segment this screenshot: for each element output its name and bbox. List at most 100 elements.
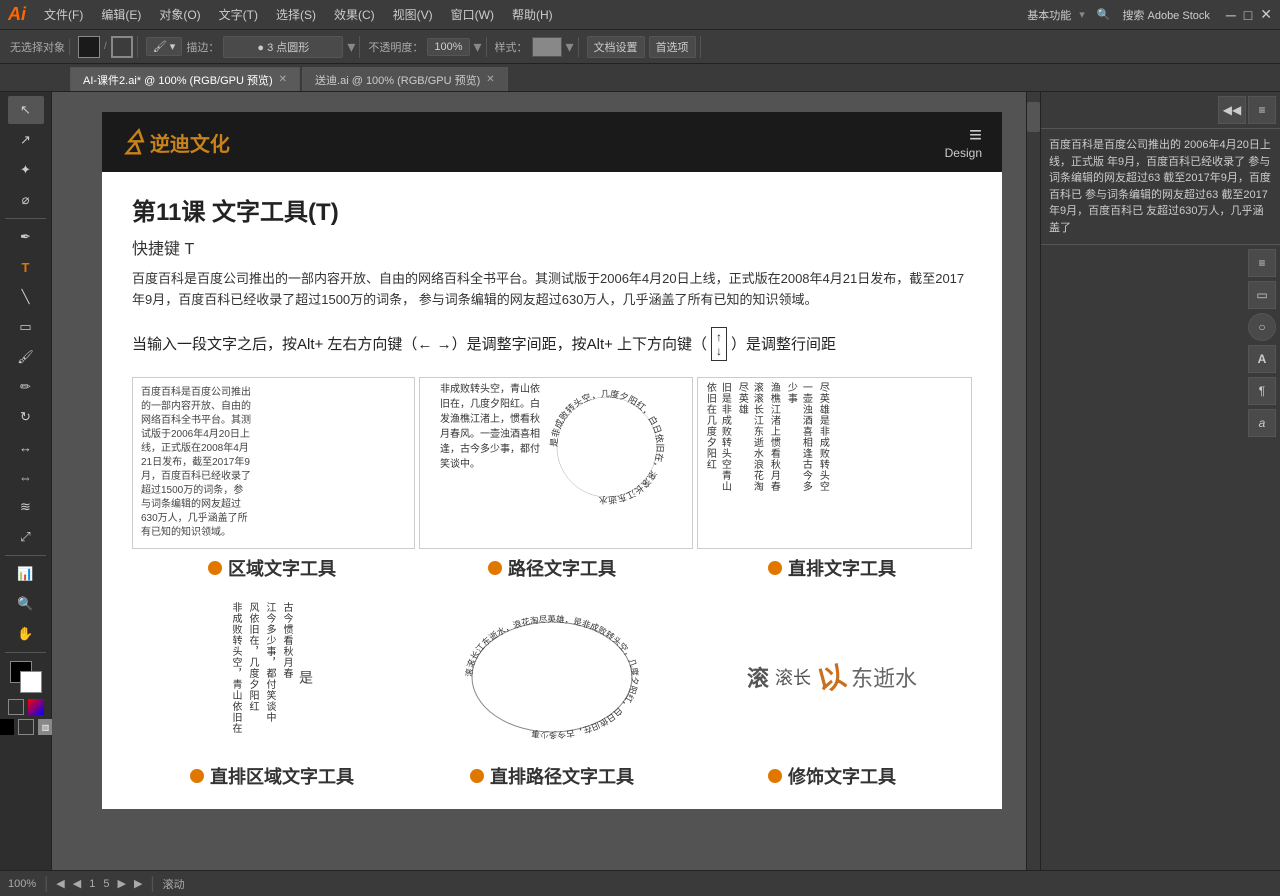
search-stock[interactable]: 搜索 Adobe Stock xyxy=(1122,7,1209,23)
hand-tool[interactable]: ✋ xyxy=(8,620,44,648)
workspace-dropdown-icon[interactable]: ▾ xyxy=(1079,8,1085,21)
opacity-dropdown[interactable]: ▾ xyxy=(474,37,482,57)
svg-text:是非成败转头空，几度夕阳红，白日依旧在，滚滚长江东逝水: 是非成败转头空，几度夕阳红，白日依旧在，滚滚长江东逝水 xyxy=(549,388,666,506)
menu-file[interactable]: 文件(F) xyxy=(36,4,91,25)
v-area-text-demo: 非成败转头空，青山依旧在 风依旧在，几度夕阳红 江今多少事，都付笑谈中 古今惯看… xyxy=(132,597,412,757)
none-color[interactable] xyxy=(8,699,24,715)
text-tool[interactable]: T xyxy=(8,253,44,281)
zoom-level[interactable]: 100% xyxy=(8,878,36,890)
rp-text-icon[interactable]: A xyxy=(1248,345,1276,373)
window-close[interactable]: ✕ xyxy=(1260,6,1272,23)
width-tool[interactable]: ⇔ xyxy=(8,463,44,491)
tool-label-decorate: 修饰文字工具 xyxy=(692,763,972,789)
color-section: / xyxy=(74,36,138,58)
tools-label-row-2: 直排区域文字工具 直排路径文字工具 修饰文字工具 xyxy=(132,763,972,789)
rect-tool[interactable]: ▭ xyxy=(8,313,44,341)
brush-tool-dropdown[interactable]: 🖌 ▾ xyxy=(146,37,183,56)
artboard-content: 第11课 文字工具(T) 快捷键 T 百度百科是百度公司推出的一部内容开放、自由… xyxy=(102,172,1002,809)
style-dropdown[interactable]: ▾ xyxy=(566,37,574,57)
adjust-text-content: 当输入一段文字之后，按Alt+ 左右方向键（← →）是调整字间距，按Alt+ 上… xyxy=(132,333,707,354)
rp-collapse-btn[interactable]: ◀◀ xyxy=(1218,96,1246,124)
svg-text:滚滚长江东逝水，浪花淘尽英雄，是非成败转头空，几度夕阳红，白: 滚滚长江东逝水，浪花淘尽英雄，是非成败转头空，几度夕阳红，白日依旧在，古今多少事 xyxy=(464,614,640,740)
pencil-tool[interactable]: ✏ xyxy=(8,373,44,401)
nav-next2[interactable]: ▶ xyxy=(134,877,142,890)
deco-char-1: 滚 xyxy=(747,661,769,693)
menu-view[interactable]: 视图(V) xyxy=(385,4,441,25)
dot-3 xyxy=(768,561,782,575)
dot-5 xyxy=(470,769,484,783)
tab-1[interactable]: 送迪.ai @ 100% (RGB/GPU 预览) ✕ xyxy=(302,67,508,91)
fill-color[interactable] xyxy=(78,36,100,58)
v-scrollbar[interactable] xyxy=(1026,92,1040,870)
window-minimize[interactable]: ─ xyxy=(1226,7,1236,23)
fill-switch[interactable] xyxy=(0,719,14,735)
rp-rect-icon[interactable]: ▭ xyxy=(1248,281,1276,309)
direct-select-tool[interactable]: ↗ xyxy=(8,126,44,154)
select-tool[interactable]: ↖ xyxy=(8,96,44,124)
menu-help[interactable]: 帮助(H) xyxy=(504,4,561,25)
rp-expand-btn[interactable]: ≡ xyxy=(1248,96,1276,124)
window-restore[interactable]: □ xyxy=(1244,7,1252,23)
tool-divider-1 xyxy=(5,218,46,219)
scroll-mode[interactable]: 滚动 xyxy=(163,876,185,892)
pen-tool[interactable]: ✒ xyxy=(8,223,44,251)
style-preview[interactable] xyxy=(532,37,562,57)
rp-char-icon[interactable]: a xyxy=(1248,409,1276,437)
tab-0[interactable]: AI-课件2.ai* @ 100% (RGB/GPU 预览) ✕ xyxy=(70,67,300,91)
menu-bar: Ai 文件(F) 编辑(E) 对象(O) 文字(T) 选择(S) 效果(C) 视… xyxy=(0,0,1280,30)
zoom-tool[interactable]: 🔍 xyxy=(8,590,44,618)
mirror-tool[interactable]: ↔ xyxy=(8,433,44,461)
canvas-scroll[interactable]: ꊛ 逆迪文化 ≡ Design 第11课 文字工具(T) 快捷键 T 百度百科是… xyxy=(52,92,1040,870)
page-current[interactable]: 1 xyxy=(89,878,95,890)
tab-1-close[interactable]: ✕ xyxy=(486,74,494,85)
background-color[interactable] xyxy=(20,671,42,693)
scale-tool[interactable]: ⤢ xyxy=(8,523,44,551)
lasso-tool[interactable]: ⌀ xyxy=(8,186,44,214)
nav-prev[interactable]: ◀ xyxy=(56,877,64,890)
workspace-selector[interactable]: 基本功能 xyxy=(1027,7,1071,23)
app-logo: Ai xyxy=(8,4,26,25)
preferences-btn[interactable]: 首选项 xyxy=(649,36,696,58)
deco-char-4: 东逝水 xyxy=(851,661,917,693)
stroke-value[interactable]: ● 3 点圆形 xyxy=(223,36,343,58)
rp-para-icon[interactable]: ¶ xyxy=(1248,377,1276,405)
gradient-fill[interactable] xyxy=(28,699,44,715)
vertical-text-demo: 旧是非成败转头空青山依旧在几度夕阳红 滚滚长江东逝水浪花淘尽英雄 渔樵江渚上惯看… xyxy=(697,377,972,549)
nav-prev2[interactable]: ◀ xyxy=(73,877,81,890)
search-icon[interactable]: 🔍 xyxy=(1097,8,1111,21)
menu-object[interactable]: 对象(O) xyxy=(151,4,208,25)
v-scroll-thumb[interactable] xyxy=(1027,102,1040,132)
tool-label-v-area: 直排区域文字工具 xyxy=(132,763,412,789)
stroke-switch[interactable] xyxy=(18,719,34,735)
menu-window[interactable]: 窗口(W) xyxy=(443,4,502,25)
menu-effect[interactable]: 效果(C) xyxy=(326,4,383,25)
rp-circle-icon[interactable]: ○ xyxy=(1248,313,1276,341)
hamburger-icon[interactable]: ≡ xyxy=(969,124,982,146)
tool-label-v-path: 直排路径文字工具 xyxy=(412,763,692,789)
stroke-dropdown[interactable]: ▾ xyxy=(347,37,355,57)
paintbrush-tool[interactable]: 🖌 xyxy=(8,343,44,371)
v-area-vert-4: 古今惯看秋月春 xyxy=(279,602,294,752)
line-tool[interactable]: ╲ xyxy=(8,283,44,311)
artboard: ꊛ 逆迪文化 ≡ Design 第11课 文字工具(T) 快捷键 T 百度百科是… xyxy=(102,112,1002,809)
vert-text-3: 渔樵江渚上惯看秋月春 xyxy=(766,382,781,502)
description-text: 百度百科是百度公司推出的一部内容开放、自由的网络百科全书平台。其测试版于2006… xyxy=(132,269,972,311)
stroke-color[interactable] xyxy=(111,36,133,58)
deco-char-2: 滚长 xyxy=(775,664,811,690)
tool-name-area: 区域文字工具 xyxy=(228,555,336,581)
menu-text[interactable]: 文字(T) xyxy=(211,4,266,25)
menu-select[interactable]: 选择(S) xyxy=(268,4,324,25)
nav-next[interactable]: ▶ xyxy=(117,877,125,890)
circle-path-text-svg: 是非成败转头空，几度夕阳红，白日依旧在，滚滚长江东逝水 xyxy=(542,382,672,512)
tool-label-vertical: 直排文字工具 xyxy=(692,555,972,581)
graph-tool[interactable]: 📊 xyxy=(8,560,44,588)
rp-list-icon[interactable]: ≡ xyxy=(1248,249,1276,277)
opacity-value[interactable]: 100% xyxy=(427,38,469,56)
warp-tool[interactable]: ≋ xyxy=(8,493,44,521)
menu-edit[interactable]: 编辑(E) xyxy=(93,4,149,25)
dot-2 xyxy=(488,561,502,575)
doc-settings-btn[interactable]: 文档设置 xyxy=(587,36,645,58)
tab-0-close[interactable]: ✕ xyxy=(279,74,287,85)
rotate-tool[interactable]: ↻ xyxy=(8,403,44,431)
magic-wand-tool[interactable]: ✦ xyxy=(8,156,44,184)
